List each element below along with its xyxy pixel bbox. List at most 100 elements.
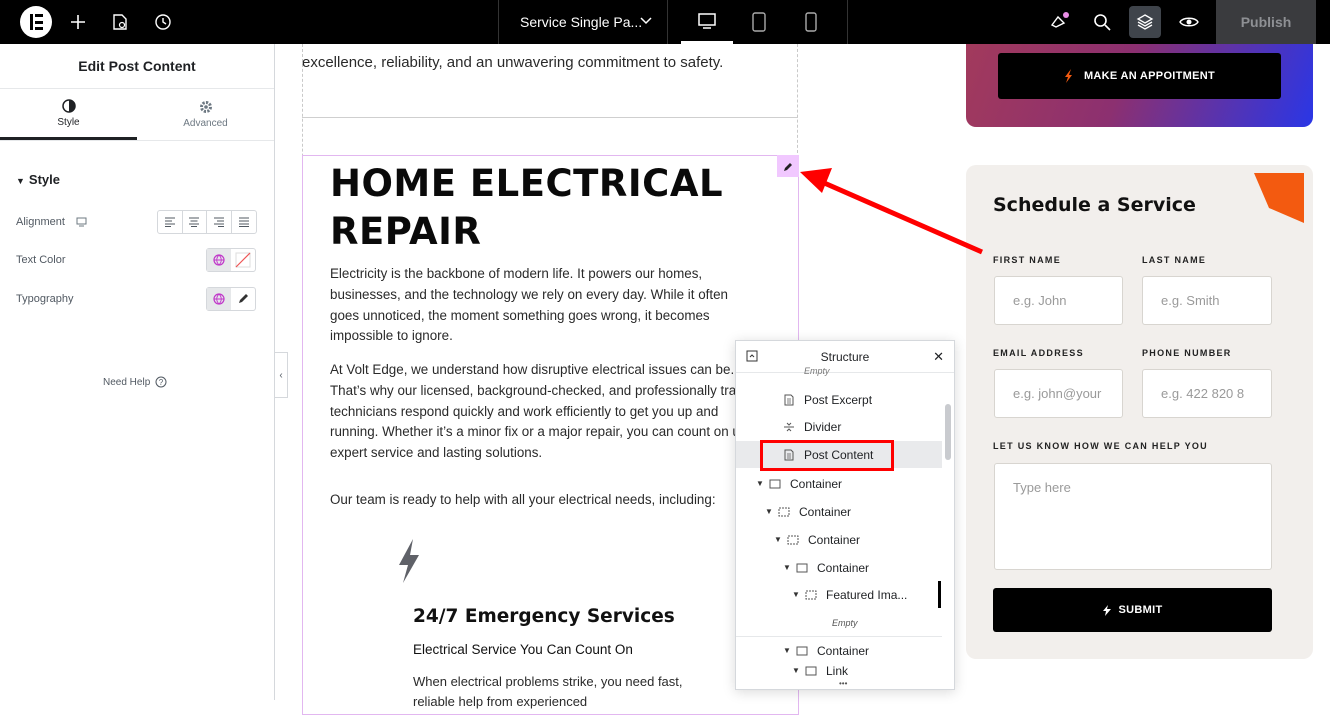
mobile-icon[interactable] [785, 0, 837, 44]
caret-down-icon: ▼ [16, 176, 25, 186]
gear-icon [199, 101, 212, 113]
message-textarea[interactable]: Type here [994, 463, 1272, 570]
contrast-icon [61, 98, 76, 113]
feature-text: When electrical problems strike, you nee… [413, 674, 683, 709]
document-title-dropdown[interactable]: Service Single Pa... [498, 0, 668, 44]
tab-advanced-label: Advanced [183, 118, 228, 129]
tree-item-container[interactable]: ▼ Container [736, 637, 942, 664]
typography-label: Typography [16, 293, 74, 305]
container-icon [766, 479, 784, 489]
feature-title: 24/7 Emergency Services [413, 606, 675, 627]
caret-down-icon[interactable]: ▼ [783, 563, 793, 572]
tree-item-container[interactable]: ▼ Container [736, 554, 942, 581]
close-icon[interactable]: ✕ [933, 349, 944, 365]
paragraph-3: Our team is ready to help with all your … [330, 492, 716, 507]
text-color-label: Text Color [16, 254, 66, 266]
collapse-panel-button[interactable]: ‹ [275, 352, 288, 398]
whats-new-icon[interactable] [1046, 0, 1072, 44]
caret-down-icon[interactable]: ▼ [792, 590, 802, 599]
resize-handle[interactable]: ••• [839, 679, 847, 688]
desktop-icon[interactable] [681, 0, 733, 44]
make-appointment-button[interactable]: MAKE AN APPOITMENT [998, 53, 1281, 99]
pencil-icon [783, 162, 792, 171]
tab-advanced[interactable]: Advanced [137, 89, 274, 140]
color-swatch-empty-icon[interactable] [231, 249, 255, 271]
first-name-field[interactable]: e.g. John [994, 276, 1123, 325]
caret-down-icon[interactable]: ▼ [774, 535, 784, 544]
email-field[interactable]: e.g. john@your [994, 369, 1123, 418]
caret-down-icon[interactable]: ▼ [783, 646, 793, 655]
tree-item-container[interactable]: ▼ Container [736, 526, 942, 553]
phone-label: PHONE NUMBER [1142, 348, 1232, 358]
panel-title: Edit Post Content [0, 44, 274, 89]
typography-control [206, 287, 256, 311]
alignment-control [157, 210, 257, 234]
tree-item-post-excerpt[interactable]: Post Excerpt [736, 386, 942, 413]
caret-down-icon[interactable]: ▼ [756, 479, 766, 488]
tree-item-featured-image[interactable]: ▼ Featured Ima... [736, 581, 942, 608]
submit-button[interactable]: SUBMIT [993, 588, 1272, 632]
edit-widget-button[interactable] [777, 155, 799, 177]
link-icon [802, 666, 820, 676]
container-icon [784, 535, 802, 545]
feature-subtitle: Electrical Service You Can Count On [413, 642, 633, 657]
lightning-icon [395, 537, 423, 590]
document-icon [780, 394, 798, 406]
container-icon [775, 507, 793, 517]
container-icon [793, 563, 811, 573]
pencil-icon[interactable] [231, 288, 255, 310]
tablet-icon[interactable] [733, 0, 785, 44]
page-settings-icon[interactable] [108, 0, 132, 44]
divider-icon [780, 421, 798, 433]
message-label: LET US KNOW HOW WE CAN HELP YOU [993, 441, 1208, 451]
desktop-icon[interactable] [76, 217, 87, 227]
tree-item-link[interactable]: ▼ Link [736, 666, 942, 676]
globe-icon[interactable] [207, 288, 231, 310]
tab-style[interactable]: Style [0, 89, 137, 140]
chevron-down-icon [639, 13, 653, 30]
search-icon[interactable] [1090, 0, 1114, 44]
align-justify-icon[interactable] [232, 211, 257, 233]
alignment-label: Alignment [16, 216, 87, 228]
add-icon[interactable] [66, 0, 90, 44]
container-icon [793, 646, 811, 656]
align-left-icon[interactable] [158, 211, 183, 233]
last-name-field[interactable]: e.g. Smith [1142, 276, 1272, 325]
highlight-box [760, 440, 894, 471]
style-section-toggle[interactable]: ▼ Style [16, 172, 60, 187]
tab-style-label: Style [57, 116, 80, 128]
tree-item-divider[interactable]: Divider [736, 413, 942, 440]
publish-button[interactable]: Publish [1216, 0, 1316, 44]
container-icon [802, 590, 820, 600]
drop-indicator [938, 581, 941, 608]
tree-item-empty: Empty [832, 617, 858, 628]
paragraph-1: Electricity is the backbone of modern li… [330, 266, 728, 344]
caret-down-icon[interactable]: ▼ [765, 507, 775, 516]
post-heading: HOME ELECTRICAL REPAIR [330, 162, 724, 253]
help-icon: ? [155, 376, 167, 388]
schedule-title: Schedule a Service [993, 194, 1196, 216]
tree-item-container[interactable]: ▼ Container [736, 470, 942, 497]
caret-down-icon[interactable]: ▼ [792, 666, 802, 675]
structure-scrollbar[interactable] [945, 404, 951, 460]
structure-panel: Structure ✕ Empty Post Excerpt Divider P… [735, 340, 955, 690]
tree-item-container[interactable]: ▼ Container [736, 498, 942, 525]
document-title: Service Single Pa... [520, 14, 643, 30]
preview-icon[interactable] [1176, 0, 1202, 44]
globe-icon[interactable] [207, 249, 231, 271]
first-name-label: FIRST NAME [993, 255, 1061, 265]
tree-item-empty: Empty [804, 366, 830, 376]
dock-icon[interactable] [746, 350, 758, 365]
align-right-icon[interactable] [207, 211, 232, 233]
align-center-icon[interactable] [183, 211, 207, 233]
history-icon[interactable] [150, 0, 176, 44]
structure-icon[interactable] [1129, 6, 1161, 38]
lightning-icon [1102, 604, 1111, 616]
need-help-link[interactable]: Need Help ? [103, 376, 167, 388]
lightning-icon [1064, 69, 1072, 83]
elementor-logo-icon[interactable] [20, 6, 52, 38]
last-name-label: LAST NAME [1142, 255, 1207, 265]
svg-text:?: ? [159, 378, 164, 387]
intro-text: excellence, reliability, and an unwaveri… [302, 54, 724, 71]
phone-field[interactable]: e.g. 422 820 8 [1142, 369, 1272, 418]
